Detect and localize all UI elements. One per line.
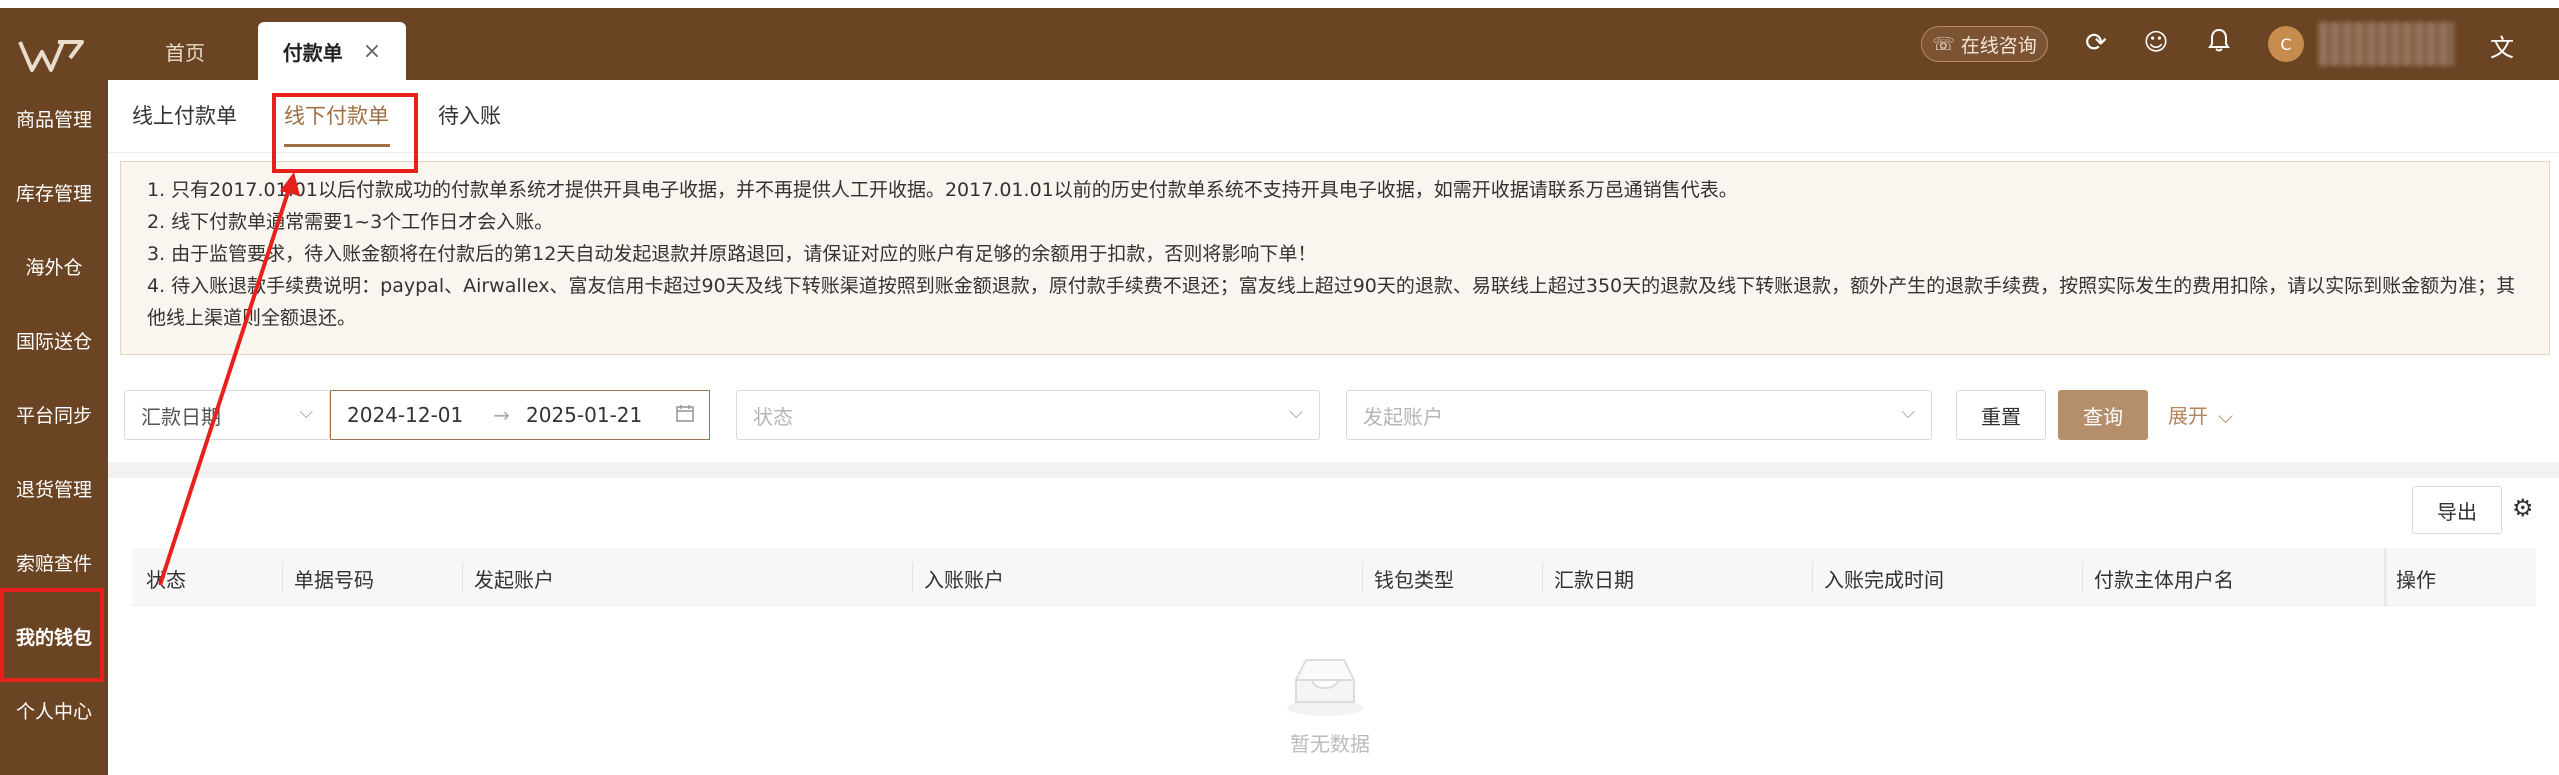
- annotation-box-offline-tab: [272, 93, 418, 173]
- sidebar-item-label: 索赔查件: [15, 552, 92, 575]
- tab-payment-orders-label: 付款单: [282, 40, 343, 65]
- column-header-actions: 操作: [2396, 568, 2436, 592]
- sidebar-item-label: 退货管理: [15, 478, 92, 501]
- chevron-down-icon: ⌵: [299, 402, 313, 423]
- date-start[interactable]: 2024-12-01: [347, 403, 463, 427]
- chevron-down-icon: ⌵: [2218, 404, 2234, 428]
- annotation-box-wallet: [0, 588, 104, 682]
- chevron-down-icon: ⌵: [1289, 402, 1303, 423]
- notice-line: 1. 只有2017.01.01以后付款成功的付款单系统才提供开具电子收据，并不再…: [147, 179, 1738, 201]
- chevron-down-icon: ⌵: [1901, 402, 1915, 423]
- column-header-payer-username: 付款主体用户名: [2094, 568, 2234, 592]
- expand-button[interactable]: 展开 ⌵: [2168, 400, 2233, 429]
- sidebar-item-products[interactable]: 商品管理: [0, 98, 108, 138]
- sidebar-item-overseas-warehouse[interactable]: 海外仓: [0, 246, 108, 286]
- column-separator: [1812, 562, 1813, 592]
- refresh-icon[interactable]: ⟳: [2080, 28, 2112, 58]
- tab-payment-orders[interactable]: 付款单 ×: [258, 22, 406, 80]
- blurred-username: [2318, 22, 2454, 66]
- fixed-column-shadow: [2384, 548, 2388, 606]
- date-range-picker[interactable]: 2024-12-01 → 2025-01-21: [330, 390, 710, 440]
- column-separator: [1542, 562, 1543, 592]
- notice-line: 3. 由于监管要求，待入账金额将在付款后的第12天自动发起退款并原路退回，请保证…: [147, 243, 1317, 265]
- notice-line: 2. 线下付款单通常需要1~3个工作日才会入账。: [147, 211, 554, 233]
- sidebar-item-label: 库存管理: [15, 182, 92, 205]
- status-select[interactable]: 状态 ⌵: [736, 390, 1320, 440]
- translate-icon[interactable]: 文: [2490, 28, 2514, 63]
- column-header-source-account: 发起账户: [474, 568, 554, 592]
- status-placeholder: 状态: [753, 404, 793, 429]
- calendar-icon: [675, 403, 695, 428]
- gear-icon[interactable]: ⚙: [2512, 494, 2534, 522]
- empty-state-text: 暂无数据: [1290, 732, 1370, 756]
- sidebar-item-inventory[interactable]: 库存管理: [0, 172, 108, 212]
- source-account-placeholder: 发起账户: [1363, 404, 1443, 429]
- close-icon[interactable]: ×: [363, 39, 381, 64]
- sidebar-item-claims[interactable]: 索赔查件: [0, 542, 108, 582]
- online-consult-label: 在线咨询: [1960, 34, 2037, 57]
- column-separator: [2082, 562, 2083, 592]
- tab-home[interactable]: 首页: [130, 22, 240, 80]
- column-header-doc-number: 单据号码: [294, 568, 374, 592]
- avatar[interactable]: C: [2268, 26, 2304, 62]
- date-range-arrow: →: [493, 403, 510, 427]
- date-end[interactable]: 2025-01-21: [526, 403, 642, 427]
- reset-button[interactable]: 重置: [1956, 390, 2046, 440]
- sidebar-item-label: 海外仓: [25, 256, 83, 279]
- headset-icon: ☏: [1932, 33, 1955, 55]
- notice-box: 1. 只有2017.01.01以后付款成功的付款单系统才提供开具电子收据，并不再…: [120, 161, 2550, 355]
- sidebar-item-intl-delivery[interactable]: 国际送仓: [0, 320, 108, 360]
- subtab-divider: [108, 152, 2559, 153]
- sidebar-item-label: 商品管理: [15, 108, 92, 131]
- subtab-pending[interactable]: 待入账: [438, 100, 501, 130]
- top-strip: [0, 0, 2559, 8]
- online-consult-button[interactable]: ☏ 在线咨询: [1921, 26, 2048, 62]
- notice-line: 4. 待入账退款手续费说明：paypal、Airwallex、富友信用卡超过90…: [147, 275, 2516, 329]
- date-type-select[interactable]: 汇款日期 ⌵: [124, 390, 330, 440]
- column-header-target-account: 入账账户: [924, 568, 1004, 592]
- date-type-value: 汇款日期: [141, 404, 221, 429]
- tab-home-label: 首页: [165, 40, 205, 65]
- column-header-status: 状态: [146, 568, 186, 592]
- sidebar-item-profile[interactable]: 个人中心: [0, 690, 108, 730]
- sidebar-item-label: 平台同步: [15, 404, 92, 427]
- column-header-wallet-type: 钱包类型: [1374, 568, 1454, 592]
- bell-icon[interactable]: [2203, 28, 2235, 58]
- table-header: 状态 单据号码 发起账户 入账账户 钱包类型 汇款日期 入账完成时间 付款主体用…: [132, 548, 2536, 606]
- column-separator: [1362, 562, 1363, 592]
- sidebar-item-returns[interactable]: 退货管理: [0, 468, 108, 508]
- column-header-remit-date: 汇款日期: [1554, 568, 1634, 592]
- sidebar-item-label: 个人中心: [15, 700, 92, 723]
- subtab-online-payments[interactable]: 线上付款单: [132, 100, 237, 130]
- smile-icon[interactable]: ☺: [2140, 28, 2172, 56]
- query-button[interactable]: 查询: [2058, 390, 2148, 440]
- expand-label: 展开: [2168, 404, 2208, 428]
- export-button[interactable]: 导出: [2412, 486, 2502, 534]
- column-separator: [282, 562, 283, 592]
- sidebar-item-platform-sync[interactable]: 平台同步: [0, 394, 108, 434]
- column-header-completion-time: 入账完成时间: [1824, 568, 1944, 592]
- sidebar-item-label: 国际送仓: [15, 330, 92, 353]
- column-separator: [462, 562, 463, 592]
- empty-inbox-icon: [1287, 659, 1363, 716]
- section-divider: [108, 462, 2559, 478]
- source-account-select[interactable]: 发起账户 ⌵: [1346, 390, 1932, 440]
- column-separator: [912, 562, 913, 592]
- brand-logo[interactable]: [18, 38, 84, 74]
